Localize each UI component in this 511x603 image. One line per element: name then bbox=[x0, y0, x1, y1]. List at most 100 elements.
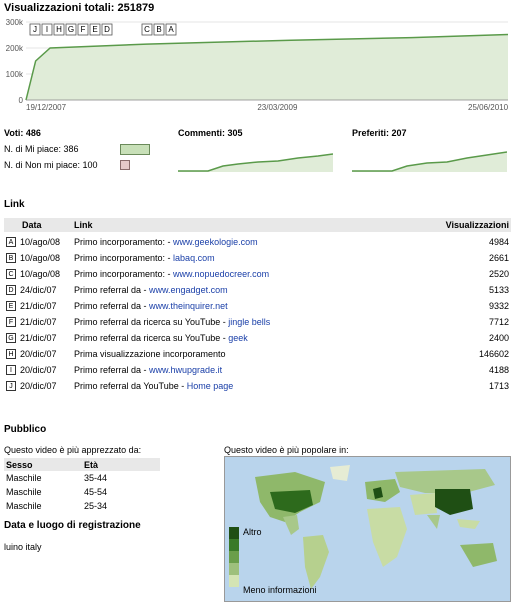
links-header-views: Visualizzazioni bbox=[445, 220, 509, 230]
link-views: 7712 bbox=[488, 317, 509, 327]
audience-header-age: Età bbox=[84, 460, 99, 470]
svg-text:D: D bbox=[104, 25, 110, 34]
popular-in-label: Questo video è più popolare in: bbox=[224, 445, 349, 455]
link-url[interactable]: geek bbox=[228, 333, 248, 343]
link-url[interactable]: www.theinquirer.net bbox=[149, 301, 228, 311]
audience-sex: Maschile bbox=[6, 501, 42, 511]
link-row: G 21/dic/07 Primo referral da ricerca su Y… bbox=[4, 330, 511, 346]
link-date: 10/ago/08 bbox=[20, 269, 61, 279]
link-description: Primo referral da - www.engadget.com bbox=[74, 285, 228, 295]
svg-text:F: F bbox=[81, 25, 86, 34]
chart-marker[interactable]: F bbox=[77, 23, 89, 36]
link-row: F 21/dic/07 Primo referral da ricerca su Y… bbox=[4, 314, 511, 330]
audience-title: Pubblico bbox=[4, 424, 47, 435]
x-tick-label: 25/06/2010 bbox=[468, 103, 509, 112]
dislikes-label: N. di Non mi piace: 100 bbox=[4, 160, 98, 170]
link-url[interactable]: www.hwupgrade.it bbox=[149, 365, 222, 375]
link-views: 2400 bbox=[488, 333, 509, 343]
link-date: 20/dic/07 bbox=[20, 381, 57, 391]
dislikes-bar bbox=[120, 160, 130, 170]
link-url[interactable]: www.engadget.com bbox=[149, 285, 228, 295]
link-views: 4188 bbox=[488, 365, 509, 375]
favorites-sparkline bbox=[352, 151, 507, 172]
chart-marker[interactable]: I bbox=[41, 23, 53, 36]
link-row: B 10/ago/08 Primo incorporamento: - labaq.… bbox=[4, 250, 511, 266]
audience-sex: Maschile bbox=[6, 487, 42, 497]
link-marker[interactable]: C bbox=[6, 269, 16, 279]
chart-marker[interactable]: J bbox=[29, 23, 41, 36]
link-description: Prima visualizzazione incorporamento bbox=[74, 349, 226, 359]
legend-high-label: Altro bbox=[243, 527, 262, 537]
x-tick-label: 19/12/2007 bbox=[26, 103, 67, 112]
recording-title: Data e luogo di registrazione bbox=[4, 520, 141, 531]
link-row: J 20/dic/07 Primo referral da YouTube - Ho… bbox=[4, 378, 511, 394]
chart-marker[interactable]: E bbox=[89, 23, 101, 36]
link-row: H 20/dic/07 Prima visualizzazione incorpor… bbox=[4, 346, 511, 362]
link-description: Primo incorporamento: - labaq.com bbox=[74, 253, 215, 263]
y-tick-label: 0 bbox=[19, 96, 24, 105]
audience-age: 25-34 bbox=[84, 501, 108, 511]
chart-marker[interactable]: H bbox=[53, 23, 65, 36]
link-date: 24/dic/07 bbox=[20, 285, 57, 295]
link-date: 20/dic/07 bbox=[20, 365, 57, 375]
link-row: I 20/dic/07 Primo referral da - www.hwupgr… bbox=[4, 362, 511, 378]
link-views: 2520 bbox=[488, 269, 509, 279]
link-url[interactable]: jingle bells bbox=[228, 317, 270, 327]
svg-text:B: B bbox=[156, 25, 161, 34]
link-date: 20/dic/07 bbox=[20, 349, 57, 359]
favorites-label: Preferiti: 207 bbox=[352, 128, 407, 138]
votes-label: Voti: 486 bbox=[4, 128, 41, 138]
link-url[interactable]: www.geekologie.com bbox=[173, 237, 258, 247]
link-date: 21/dic/07 bbox=[20, 301, 57, 311]
link-marker[interactable]: E bbox=[6, 301, 16, 311]
comments-label: Commenti: 305 bbox=[178, 128, 243, 138]
link-views: 5133 bbox=[488, 285, 509, 295]
link-description: Primo referral da YouTube - Home page bbox=[74, 381, 234, 391]
legend-step bbox=[229, 551, 239, 563]
link-date: 21/dic/07 bbox=[20, 317, 57, 327]
y-tick-label: 100k bbox=[6, 70, 24, 79]
page-title: Visualizzazioni totali: 251879 bbox=[4, 2, 155, 14]
map-legend-scale bbox=[229, 527, 239, 591]
links-header-link: Link bbox=[74, 220, 93, 230]
legend-step bbox=[229, 527, 239, 539]
links-section-title: Link bbox=[4, 199, 25, 210]
link-date: 10/ago/08 bbox=[20, 253, 61, 263]
link-description: Primo referral da - www.theinquirer.net bbox=[74, 301, 228, 311]
link-marker[interactable]: J bbox=[6, 381, 16, 391]
svg-text:H: H bbox=[56, 25, 62, 34]
y-tick-label: 200k bbox=[6, 44, 24, 53]
audience-header-sex: Sesso bbox=[6, 460, 33, 470]
link-description: Primo incorporamento: - www.nopuedocreer… bbox=[74, 269, 270, 279]
legend-step bbox=[229, 539, 239, 551]
link-marker[interactable]: B bbox=[6, 253, 16, 263]
link-marker[interactable]: D bbox=[6, 285, 16, 295]
chart-marker[interactable]: G bbox=[65, 23, 77, 36]
likes-label: N. di Mi piace: 386 bbox=[4, 144, 79, 154]
link-date: 21/dic/07 bbox=[20, 333, 57, 343]
link-views: 1713 bbox=[488, 381, 509, 391]
world-map: Altro Meno informazioni bbox=[224, 456, 511, 602]
link-views: 146602 bbox=[478, 349, 509, 359]
chart-marker[interactable]: A bbox=[165, 23, 177, 36]
audience-age: 45-54 bbox=[84, 487, 108, 497]
link-url[interactable]: labaq.com bbox=[173, 253, 215, 263]
link-marker[interactable]: F bbox=[6, 317, 16, 327]
chart-marker[interactable]: B bbox=[153, 23, 165, 36]
link-url[interactable]: Home page bbox=[187, 381, 234, 391]
legend-low-label: Meno informazioni bbox=[243, 585, 317, 595]
link-row: C 10/ago/08 Primo incorporamento: - www.no… bbox=[4, 266, 511, 282]
link-url[interactable]: www.nopuedocreer.com bbox=[173, 269, 269, 279]
svg-text:I: I bbox=[46, 25, 48, 34]
link-description: Primo referral da ricerca su YouTube - j… bbox=[74, 317, 271, 327]
audience-sex: Maschile bbox=[6, 473, 42, 483]
chart-marker[interactable]: C bbox=[141, 23, 153, 36]
x-tick-label: 23/03/2009 bbox=[257, 103, 298, 112]
link-marker[interactable]: A bbox=[6, 237, 16, 247]
recording-value: luino italy bbox=[4, 542, 42, 552]
link-marker[interactable]: G bbox=[6, 333, 16, 343]
link-marker[interactable]: H bbox=[6, 349, 16, 359]
links-table-header: Data Link Visualizzazioni bbox=[4, 218, 511, 232]
link-marker[interactable]: I bbox=[6, 365, 16, 375]
chart-marker[interactable]: D bbox=[101, 23, 113, 36]
